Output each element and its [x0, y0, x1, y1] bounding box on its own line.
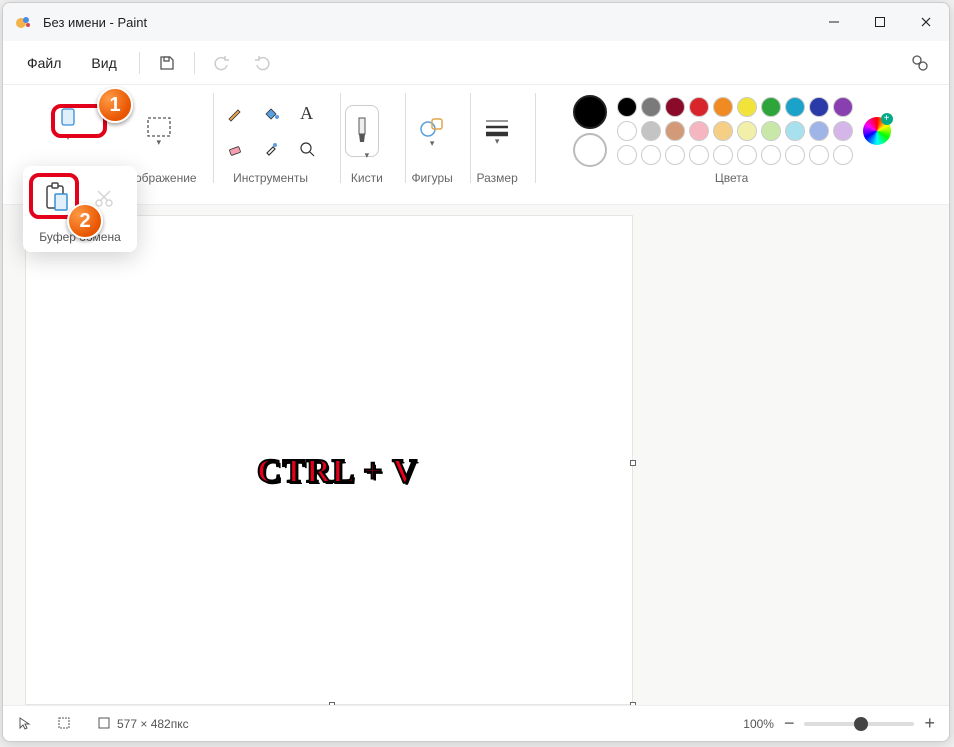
separator: [405, 93, 406, 183]
color-swatch[interactable]: [833, 97, 853, 117]
statusbar: 577 × 482пкс 100% − +: [3, 705, 949, 741]
color-swatch[interactable]: [737, 97, 757, 117]
cursor-position: [17, 716, 31, 731]
chevron-down-icon: ▾: [365, 151, 370, 159]
color-swatch[interactable]: [737, 145, 757, 165]
separator: [535, 93, 536, 183]
resize-handle-right[interactable]: [630, 460, 636, 466]
color-swatch[interactable]: [761, 121, 781, 141]
group-brushes-label: Кисти: [351, 171, 383, 185]
color-swatch[interactable]: [641, 145, 661, 165]
canvas-size: 577 × 482пкс: [97, 716, 189, 731]
color-swatch[interactable]: [713, 97, 733, 117]
separator: [213, 93, 214, 183]
color-swatch[interactable]: [761, 145, 781, 165]
picker-tool[interactable]: [254, 132, 288, 166]
color-swatch[interactable]: [785, 145, 805, 165]
app-icon: [15, 13, 33, 31]
color-swatch[interactable]: [689, 121, 709, 141]
maximize-button[interactable]: [857, 3, 903, 41]
color-swatch[interactable]: [617, 97, 637, 117]
canvas-area[interactable]: CTRL + V: [3, 205, 949, 705]
color-swatch[interactable]: [689, 145, 709, 165]
minimize-button[interactable]: [811, 3, 857, 41]
color-swatch[interactable]: [737, 121, 757, 141]
menu-view[interactable]: Вид: [79, 49, 128, 77]
menu-file[interactable]: Файл: [15, 49, 73, 77]
group-tools-label: Инструменты: [233, 171, 308, 185]
annotation-shortcut: CTRL + V: [257, 453, 418, 491]
undo-button[interactable]: [205, 46, 239, 80]
color-swatch[interactable]: [809, 97, 829, 117]
color-swatch[interactable]: [713, 145, 733, 165]
separator: [139, 52, 140, 74]
redo-button[interactable]: [245, 46, 279, 80]
color-swatch[interactable]: [809, 121, 829, 141]
cut-button[interactable]: [93, 187, 115, 209]
eraser-tool[interactable]: [218, 132, 252, 166]
color-swatch[interactable]: [689, 97, 709, 117]
color-swatch[interactable]: [665, 121, 685, 141]
color-swatch[interactable]: [809, 145, 829, 165]
color-swatch[interactable]: [785, 97, 805, 117]
separator: [470, 93, 471, 183]
select-button[interactable]: ▾: [137, 101, 181, 161]
color-swatch[interactable]: [833, 145, 853, 165]
resize-handle-bottom[interactable]: [329, 702, 335, 705]
ribbon: ▾ Изображение A Инструменты: [3, 85, 949, 205]
close-button[interactable]: [903, 3, 949, 41]
settings-button[interactable]: [903, 46, 937, 80]
shapes-button[interactable]: ▾: [410, 101, 454, 161]
magnifier-tool[interactable]: [290, 132, 324, 166]
zoom-in-button[interactable]: +: [924, 713, 935, 734]
color-2[interactable]: [573, 133, 607, 167]
chevron-down-icon: ▾: [157, 138, 162, 146]
titlebar: Без имени - Paint: [3, 3, 949, 41]
separator: [340, 93, 341, 183]
group-size-label: Размер: [477, 171, 518, 185]
fill-tool[interactable]: [254, 96, 288, 130]
color-swatch[interactable]: [617, 145, 637, 165]
chevron-down-icon: ▾: [495, 137, 500, 145]
chevron-down-icon: ▾: [430, 139, 435, 147]
selection-size: [57, 716, 71, 731]
color-swatch[interactable]: [713, 121, 733, 141]
color-swatch[interactable]: [785, 121, 805, 141]
zoom-out-button[interactable]: −: [784, 713, 795, 734]
zoom-slider[interactable]: [804, 722, 914, 726]
menubar: Файл Вид: [3, 41, 949, 85]
color-swatch[interactable]: [641, 97, 661, 117]
color-swatch[interactable]: [761, 97, 781, 117]
color-swatch[interactable]: [641, 121, 661, 141]
color-swatch[interactable]: [617, 121, 637, 141]
step-badge-2: 2: [67, 203, 103, 239]
group-colors-label: Цвета: [715, 171, 748, 185]
pencil-tool[interactable]: [218, 96, 252, 130]
separator: [194, 52, 195, 74]
color-swatch[interactable]: [665, 145, 685, 165]
resize-handle-corner[interactable]: [630, 702, 636, 705]
group-shapes-label: Фигуры: [411, 171, 452, 185]
zoom-level: 100%: [743, 717, 774, 731]
step-badge-1: 1: [97, 87, 133, 123]
size-button[interactable]: ▾: [475, 101, 519, 161]
color-swatch[interactable]: [833, 121, 853, 141]
window-title: Без имени - Paint: [43, 15, 147, 30]
brushes-button[interactable]: [345, 105, 379, 157]
save-button[interactable]: [150, 46, 184, 80]
color-1[interactable]: [573, 95, 607, 129]
edit-colors-button[interactable]: [863, 117, 891, 145]
text-tool[interactable]: A: [290, 96, 324, 130]
color-swatch[interactable]: [665, 97, 685, 117]
